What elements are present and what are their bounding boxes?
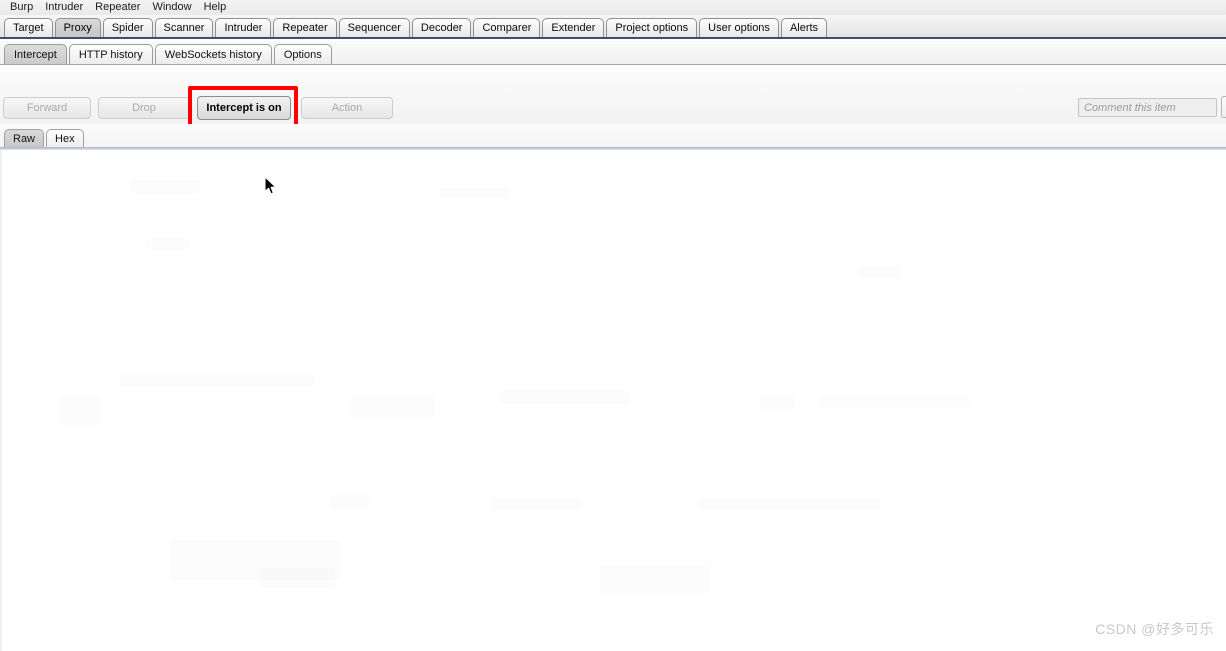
ghost-artifact xyxy=(120,375,315,387)
tab-project-options[interactable]: Project options xyxy=(606,18,698,37)
tab-intruder[interactable]: Intruder xyxy=(215,18,272,37)
ghost-artifact xyxy=(860,266,902,278)
ghost-artifact xyxy=(500,390,630,404)
message-editor-pane[interactable] xyxy=(0,150,1226,651)
message-view-tab-strip: Raw Hex xyxy=(0,124,1226,148)
tab-user-options[interactable]: User options xyxy=(699,18,779,37)
burp-suite-window: Burp Intruder Repeater Window Help Targe… xyxy=(0,0,1226,651)
highlight-color-button[interactable] xyxy=(1221,96,1226,118)
menu-bar: Burp Intruder Repeater Window Help xyxy=(0,0,1226,15)
tab-intercept[interactable]: Intercept xyxy=(4,44,67,64)
tab-comparer[interactable]: Comparer xyxy=(473,18,541,37)
ghost-artifact xyxy=(820,395,970,407)
ghost-artifact xyxy=(600,565,710,593)
proxy-sub-tab-strip: Intercept HTTP history WebSockets histor… xyxy=(0,41,1226,65)
tab-target[interactable]: Target xyxy=(4,18,53,37)
ghost-artifact xyxy=(260,568,335,588)
ghost-artifact xyxy=(330,495,370,509)
ghost-artifact xyxy=(60,395,100,425)
tab-spider[interactable]: Spider xyxy=(102,18,153,37)
tab-http-history[interactable]: HTTP history xyxy=(68,44,153,64)
tab-scanner[interactable]: Scanner xyxy=(154,18,214,37)
ghost-artifact xyxy=(440,188,510,198)
intercept-toggle-button[interactable]: Intercept is on xyxy=(197,96,291,120)
menu-item-window[interactable]: Window xyxy=(146,0,197,15)
ghost-artifact xyxy=(145,238,190,250)
ghost-artifact xyxy=(700,498,880,510)
tab-websockets-history[interactable]: WebSockets history xyxy=(154,44,272,64)
tab-extender[interactable]: Extender xyxy=(542,18,605,37)
tab-decoder[interactable]: Decoder xyxy=(411,18,472,37)
comment-input[interactable]: Comment this item xyxy=(1078,98,1217,117)
tab-alerts[interactable]: Alerts xyxy=(780,18,828,37)
tab-proxy[interactable]: Proxy xyxy=(54,18,101,37)
tab-sequencer[interactable]: Sequencer xyxy=(338,18,410,37)
ghost-artifact xyxy=(350,395,435,417)
action-button[interactable]: Action xyxy=(301,97,393,119)
ghost-artifact xyxy=(130,180,200,194)
tab-raw[interactable]: Raw xyxy=(4,129,45,148)
tab-options[interactable]: Options xyxy=(273,44,332,64)
drop-button[interactable]: Drop xyxy=(98,97,190,119)
menu-item-burp[interactable]: Burp xyxy=(4,0,39,15)
editor-gutter xyxy=(0,150,2,651)
tab-hex[interactable]: Hex xyxy=(46,129,84,148)
menu-item-help[interactable]: Help xyxy=(198,0,233,15)
tab-repeater[interactable]: Repeater xyxy=(273,18,337,37)
ghost-artifact xyxy=(760,395,795,409)
ghost-artifact xyxy=(490,498,580,510)
menu-item-repeater[interactable]: Repeater xyxy=(89,0,146,15)
forward-button[interactable]: Forward xyxy=(3,97,91,119)
menu-item-intruder[interactable]: Intruder xyxy=(39,0,89,15)
csdn-watermark: CSDN @好多可乐 xyxy=(1095,621,1214,637)
main-tab-strip: Target Proxy Spider Scanner Intruder Rep… xyxy=(0,15,1226,39)
